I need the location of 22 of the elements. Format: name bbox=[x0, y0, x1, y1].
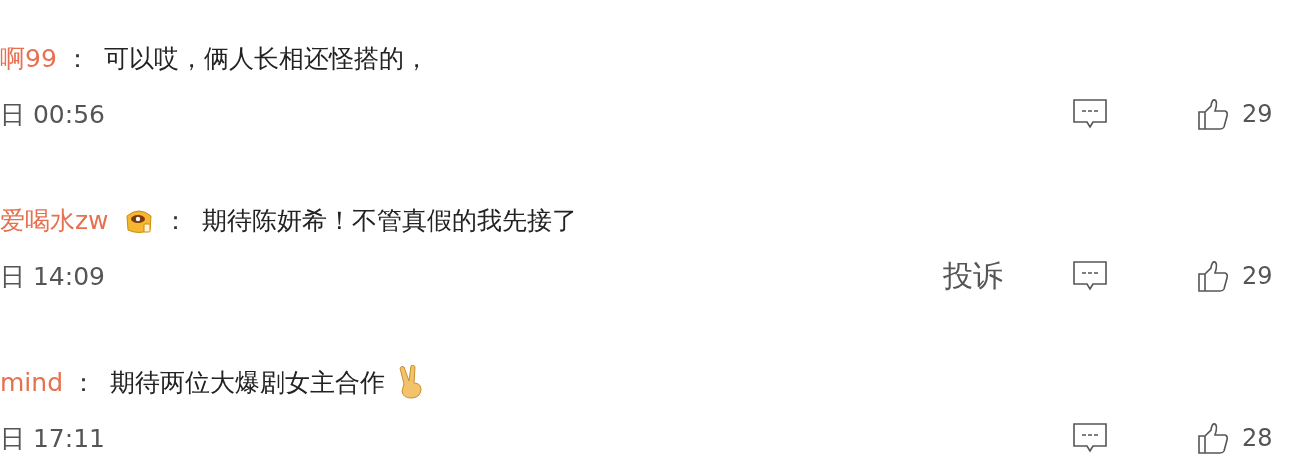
thumbs-up-icon[interactable] bbox=[1197, 259, 1229, 293]
comment-time: 日 14:09 bbox=[0, 260, 105, 293]
comment-text: 期待陈妍希！不管真假的我先接了 bbox=[201, 204, 577, 237]
comment-time: 日 17:11 bbox=[0, 422, 105, 455]
colon-separator: ： bbox=[64, 42, 90, 75]
like-count: 29 bbox=[1242, 100, 1274, 128]
like-count: 28 bbox=[1242, 424, 1274, 452]
thumbs-up-icon[interactable] bbox=[1197, 421, 1229, 455]
username[interactable]: 爱喝水zw bbox=[0, 203, 109, 237]
comment-time: 日 00:56 bbox=[0, 98, 105, 131]
username[interactable]: mind bbox=[0, 367, 63, 397]
like-count: 29 bbox=[1242, 262, 1274, 290]
comment-icon[interactable] bbox=[1072, 98, 1108, 130]
report-link[interactable]: 投诉 bbox=[943, 255, 1072, 297]
comment-text: 期待两位大爆剧女主合作 bbox=[110, 366, 385, 399]
username[interactable]: 啊99 bbox=[0, 41, 57, 75]
thumbs-up-icon[interactable] bbox=[1197, 97, 1229, 131]
comment-icon[interactable] bbox=[1072, 260, 1108, 292]
comment-text: 可以哎，俩人长相还怪搭的， bbox=[103, 42, 429, 75]
colon-separator: ： bbox=[71, 366, 96, 399]
colon-separator: ： bbox=[162, 204, 188, 237]
comment-icon[interactable] bbox=[1072, 422, 1108, 454]
